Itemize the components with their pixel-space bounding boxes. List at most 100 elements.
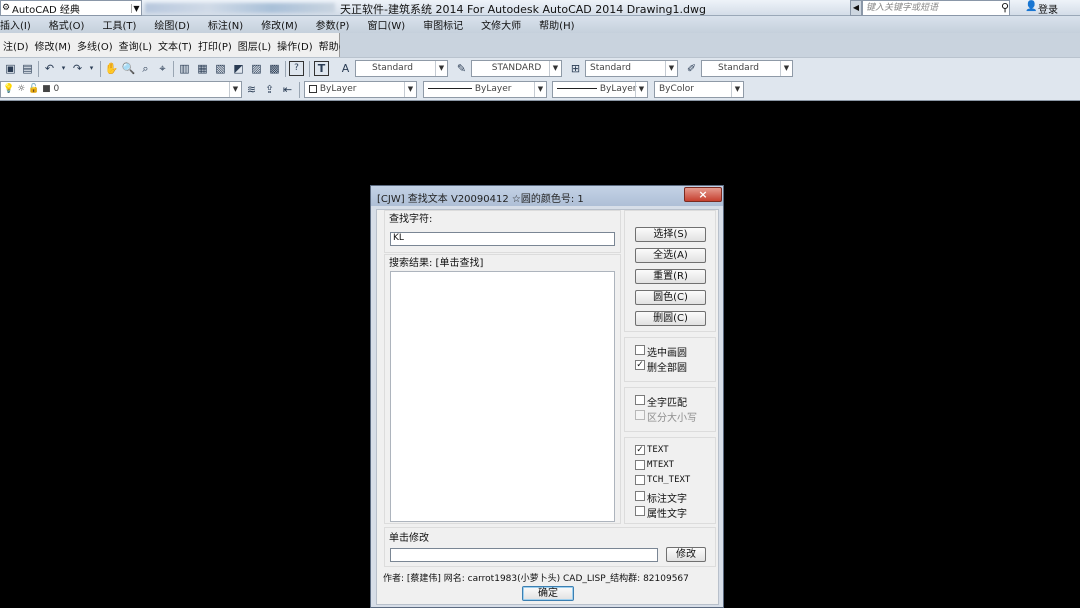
ok-button[interactable]: 确定: [522, 586, 574, 601]
sheet-set-icon[interactable]: ◩: [231, 61, 246, 76]
text-style-manager-icon[interactable]: A: [338, 61, 353, 76]
table-style-icon[interactable]: ⊞: [568, 61, 583, 76]
menu-insert[interactable]: 插入(I): [0, 17, 40, 32]
binoculars-icon[interactable]: ⚲: [1001, 1, 1009, 14]
new-icon[interactable]: ▣: [3, 61, 18, 76]
table-style-value: Standard: [590, 63, 631, 73]
modify-button[interactable]: 修改: [666, 547, 706, 562]
multileader-style-icon[interactable]: ✐: [684, 61, 699, 76]
mtext-type-checkbox[interactable]: [635, 460, 645, 470]
lineweight-dropdown[interactable]: ByLayer ▼: [552, 81, 648, 98]
properties-icon[interactable]: ▥: [177, 61, 192, 76]
text-style-icon[interactable]: T: [314, 61, 329, 76]
search-input[interactable]: 键入关键字或短语: [862, 0, 1010, 16]
circle-color-button[interactable]: 圆色(C): [635, 290, 706, 305]
whole-word-checkbox[interactable]: [635, 395, 645, 405]
menu2-multiline[interactable]: 多线(O): [74, 38, 116, 53]
menu2-layer[interactable]: 图层(L): [235, 38, 274, 53]
menu2-annotate[interactable]: 注(D): [0, 38, 32, 53]
dimension-style-icon[interactable]: ✎: [454, 61, 469, 76]
select-draw-circle-label: 选中画圆: [647, 348, 687, 359]
login-link[interactable]: 登录: [1038, 1, 1058, 16]
layer-properties-icon[interactable]: ≋: [244, 82, 259, 97]
layer-previous-icon[interactable]: ⇤: [280, 82, 295, 97]
layer-dropdown[interactable]: 💡 ☼ 🔓 ■ 0 ▼: [0, 81, 242, 98]
attribute-text-checkbox[interactable]: [635, 506, 645, 516]
results-list[interactable]: [390, 271, 615, 522]
menu-draw[interactable]: 绘图(D): [145, 17, 199, 32]
pan-icon[interactable]: ✋: [104, 61, 119, 76]
make-current-layer-icon[interactable]: ⇪: [262, 82, 277, 97]
undo-icon[interactable]: ↶: [42, 61, 57, 76]
zoom-window-icon[interactable]: ⌕: [138, 61, 153, 76]
reset-button[interactable]: 重置(R): [635, 269, 706, 284]
toolbar-separator: [285, 61, 286, 77]
find-input[interactable]: KL: [390, 232, 615, 246]
zoom-previous-icon[interactable]: ⌖: [155, 61, 170, 76]
select-all-button[interactable]: 全选(A): [635, 248, 706, 263]
delete-all-circles-checkbox[interactable]: ✓: [635, 360, 645, 370]
toolbar-separator: [38, 61, 39, 77]
dimension-text-label: 标注文字: [647, 494, 687, 505]
open-icon[interactable]: ▤: [20, 61, 35, 76]
redo-icon[interactable]: ↷: [70, 61, 85, 76]
menu2-query[interactable]: 查询(L): [116, 38, 155, 53]
select-button[interactable]: 选择(S): [635, 227, 706, 242]
redo-dropdown-icon[interactable]: ▾: [84, 61, 99, 76]
menu-bar-background: [340, 33, 1080, 57]
markup-icon[interactable]: ▨: [249, 61, 264, 76]
menu-help[interactable]: 帮助(H): [530, 17, 583, 32]
menu-format[interactable]: 格式(O): [40, 17, 94, 32]
search-expand-button[interactable]: ◀: [850, 0, 862, 16]
linetype-value: ByLayer: [474, 84, 512, 94]
text-style-dropdown[interactable]: Standard ▼: [355, 60, 448, 77]
find-label: 查找字符:: [389, 214, 433, 225]
secondary-menu-bar: 注(D) 修改(M) 多线(O) 查询(L) 文本(T) 打印(P) 图层(L)…: [0, 33, 354, 57]
gear-icon: ⚙: [1, 3, 11, 13]
menu2-print[interactable]: 打印(P): [195, 38, 235, 53]
standard-toolbar: ▣ ▤ ↶ ▾ ↷ ▾ ✋ 🔍 ⌕ ⌖ ▥ ▦ ▧ ◩ ▨ ▩ ? T A St…: [0, 57, 1080, 79]
menu-tools[interactable]: 工具(T): [93, 17, 145, 32]
design-center-icon[interactable]: ▦: [195, 61, 210, 76]
undo-dropdown-icon[interactable]: ▾: [56, 61, 71, 76]
workspace-dropdown[interactable]: ⚙ AutoCAD 经典 ▼: [0, 0, 142, 16]
menu2-modify[interactable]: 修改(M): [32, 38, 74, 53]
toolbar-separator: [173, 61, 174, 77]
dimension-style-dropdown[interactable]: STANDARD ▼: [471, 60, 562, 77]
dialog-title-bar[interactable]: [CJW] 查找文本 V20090412 ☆圆的颜色号: 1 ×: [371, 186, 723, 206]
case-sensitive-checkbox[interactable]: [635, 410, 645, 420]
help-icon[interactable]: ?: [289, 61, 304, 76]
color-dropdown[interactable]: ByLayer ▼: [304, 81, 417, 98]
table-style-dropdown[interactable]: Standard ▼: [585, 60, 678, 77]
tch-text-type-checkbox[interactable]: [635, 475, 645, 485]
text-type-checkbox[interactable]: ✓: [635, 445, 645, 455]
plotstyle-dropdown[interactable]: ByColor ▼: [654, 81, 744, 98]
modify-input[interactable]: [390, 548, 658, 562]
text-type-label: TEXT: [647, 445, 669, 455]
user-icon[interactable]: 👤: [1025, 1, 1037, 12]
tool-palettes-icon[interactable]: ▧: [213, 61, 228, 76]
menu-parameter[interactable]: 参数(P): [307, 17, 359, 32]
menu-review-mark[interactable]: 审图标记: [414, 17, 472, 32]
multileader-style-dropdown[interactable]: Standard ▼: [701, 60, 793, 77]
case-sensitive-label: 区分大小写: [647, 413, 697, 424]
delete-circle-button[interactable]: 删圆(C): [635, 311, 706, 326]
lineweight-sample-icon: [557, 88, 597, 89]
menu2-operate[interactable]: 操作(D): [274, 38, 316, 53]
linetype-dropdown[interactable]: ByLayer ▼: [423, 81, 547, 98]
menu-dimension[interactable]: 标注(N): [199, 17, 252, 32]
menu-modify[interactable]: 修改(M): [252, 17, 306, 32]
menu-window[interactable]: 窗口(W): [358, 17, 414, 32]
dimension-text-checkbox[interactable]: [635, 491, 645, 501]
mtext-type-label: MTEXT: [647, 460, 675, 470]
menu2-text[interactable]: 文本(T): [155, 38, 195, 53]
select-draw-circle-checkbox[interactable]: [635, 345, 645, 355]
chevron-down-icon: ▼: [534, 82, 546, 97]
layer-name: 0: [53, 84, 60, 94]
chevron-down-icon: ▼: [635, 82, 647, 97]
zoom-realtime-icon[interactable]: 🔍: [121, 61, 136, 76]
calculator-icon[interactable]: ▩: [267, 61, 282, 76]
window-title: 天正软件-建筑系统 2014 For Autodesk AutoCAD 2014…: [340, 3, 706, 16]
menu-text-master[interactable]: 文修大师: [472, 17, 530, 32]
close-button[interactable]: ×: [684, 187, 722, 202]
